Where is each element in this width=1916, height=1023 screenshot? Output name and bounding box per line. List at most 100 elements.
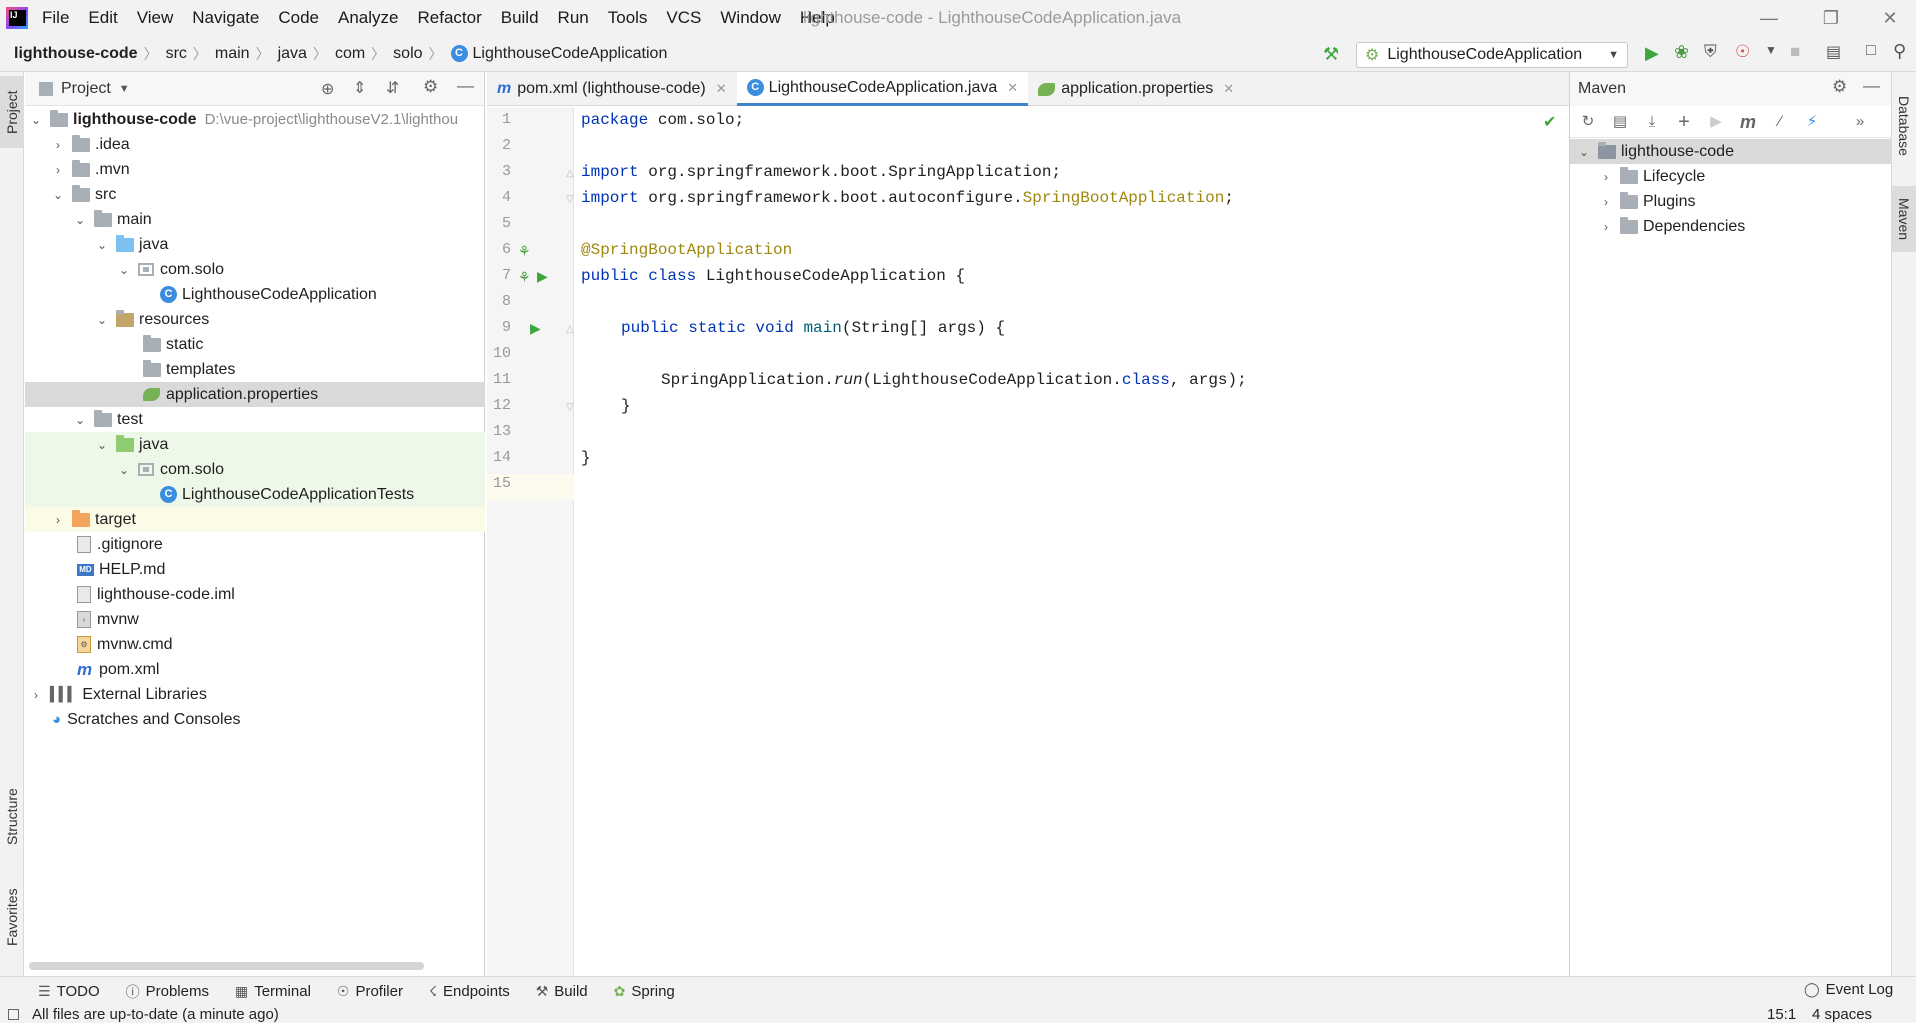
skip-tests-icon[interactable]: ⚡ (1802, 112, 1822, 132)
expand-all-icon[interactable]: ⇕ (353, 78, 366, 98)
chevron-down-icon[interactable]: ⌄ (74, 213, 86, 227)
tree-item-static[interactable]: static (25, 332, 485, 357)
coverage-icon[interactable]: ⛨ (1704, 42, 1717, 62)
run-icon[interactable]: ▶ (1706, 112, 1726, 132)
chevron-down-icon[interactable]: ⌄ (74, 413, 86, 427)
tree-item-scratches[interactable]: ◕ Scratches and Consoles (25, 707, 485, 732)
close-window-icon[interactable]: ✕ (1878, 6, 1902, 30)
menu-code[interactable]: Code (278, 8, 319, 28)
tree-item-tests-class[interactable]: C LighthouseCodeApplicationTests (25, 482, 485, 507)
tree-item-resources[interactable]: ⌄ resources (25, 307, 485, 332)
project-panel-title[interactable]: Project (61, 80, 111, 98)
tree-item-main[interactable]: ⌄ main (25, 207, 485, 232)
tree-item-test[interactable]: ⌄ test (25, 407, 485, 432)
caret-position[interactable]: 15:1 (1767, 1006, 1796, 1023)
close-icon[interactable]: ✕ (716, 81, 727, 97)
more-run-options-icon[interactable]: ▼ (1765, 43, 1777, 57)
tree-item-idea[interactable]: › .idea (25, 132, 485, 157)
tool-endpoints[interactable]: ☇ Endpoints (429, 983, 510, 1000)
generate-sources-icon[interactable]: ▤ (1610, 112, 1630, 132)
tool-spring[interactable]: ✿ Spring (614, 983, 675, 1000)
close-icon[interactable]: ✕ (1007, 80, 1018, 96)
chevron-down-icon[interactable]: ▼ (119, 83, 130, 95)
tab-pom-xml[interactable]: m pom.xml (lighthouse-code) ✕ (487, 72, 737, 106)
tree-item-src[interactable]: ⌄ src (25, 182, 485, 207)
project-structure-icon[interactable]: ▤ (1826, 42, 1841, 62)
tree-item-mvnw[interactable]: › mvnw (25, 607, 485, 632)
maven-item-root[interactable]: ⌄ lighthouse-code (1570, 139, 1892, 164)
tree-item-templates[interactable]: templates (25, 357, 485, 382)
profile-icon[interactable]: ☉ (1735, 42, 1750, 62)
terminal-icon[interactable]: □ (1866, 42, 1876, 60)
close-icon[interactable]: ✕ (1223, 81, 1234, 97)
tab-favorites[interactable]: Favorites (0, 872, 24, 962)
minimize-icon[interactable]: — (1757, 6, 1781, 30)
chevron-right-icon[interactable]: › (1600, 195, 1612, 209)
tool-todo[interactable]: ☰ TODO (38, 983, 100, 1000)
tree-item-test-java[interactable]: ⌄ java (25, 432, 485, 457)
maven-item-dependencies[interactable]: › Dependencies (1570, 214, 1892, 239)
fold-icon[interactable]: △ (566, 324, 574, 335)
tree-item-mvn[interactable]: › .mvn (25, 157, 485, 182)
menu-refactor[interactable]: Refactor (417, 8, 481, 28)
tab-database[interactable]: Database (1892, 78, 1916, 174)
tab-application-properties[interactable]: application.properties ✕ (1028, 72, 1244, 106)
tool-event-log[interactable]: ◯ Event Log (1804, 981, 1893, 998)
chevron-down-icon[interactable]: ⌄ (118, 263, 130, 277)
run-configuration-dropdown[interactable]: ⚙ LighthouseCodeApplication ▼ (1356, 42, 1628, 68)
chevron-right-icon[interactable]: › (52, 163, 64, 177)
indent-setting[interactable]: 4 spaces (1812, 1006, 1872, 1023)
spring-bean-icon[interactable]: ⚘ (518, 269, 531, 286)
gear-icon[interactable]: ⚙ (1832, 77, 1847, 97)
debug-icon[interactable]: ❀ (1674, 42, 1689, 63)
tree-item-external-libraries[interactable]: › ▍▍▍ External Libraries (25, 682, 485, 707)
tree-item-gitignore[interactable]: .gitignore (25, 532, 485, 557)
tree-item-pom[interactable]: m pom.xml (25, 657, 485, 682)
tree-item-application-properties[interactable]: application.properties (25, 382, 485, 407)
run-gutter-icon[interactable]: ▶ (537, 268, 548, 285)
menu-file[interactable]: File (42, 8, 69, 28)
tab-structure[interactable]: Structure (0, 772, 24, 862)
tab-maven[interactable]: Maven (1892, 186, 1916, 252)
reload-icon[interactable]: ↻ (1578, 112, 1598, 132)
menu-window[interactable]: Window (720, 8, 780, 28)
chevron-down-icon[interactable]: ⌄ (96, 438, 108, 452)
fold-icon[interactable]: ▽ (566, 194, 574, 205)
tree-item-root[interactable]: ⌄ lighthouse-code D:\vue-project\lightho… (25, 107, 485, 132)
tree-item-main-java[interactable]: ⌄ java (25, 232, 485, 257)
execute-goal-icon[interactable]: m (1738, 112, 1758, 132)
menu-vcs[interactable]: VCS (666, 8, 701, 28)
download-icon[interactable]: ⤓ (1642, 112, 1662, 132)
run-gutter-icon[interactable]: ▶ (530, 320, 541, 337)
tool-build[interactable]: ⚒ Build (536, 983, 588, 1000)
chevron-right-icon[interactable]: › (1600, 220, 1612, 234)
tree-item-application-class[interactable]: C LighthouseCodeApplication (25, 282, 485, 307)
breadcrumb-class[interactable]: LighthouseCodeApplication (473, 45, 668, 63)
build-hammer-icon[interactable]: ⚒ (1323, 44, 1339, 65)
spring-bean-icon[interactable]: ⚘ (518, 243, 531, 260)
maven-item-plugins[interactable]: › Plugins (1570, 189, 1892, 214)
tree-item-mvnw-cmd[interactable]: ⚙ mvnw.cmd (25, 632, 485, 657)
chevron-right-icon[interactable]: › (30, 688, 42, 702)
stop-icon[interactable]: ■ (1790, 42, 1800, 62)
horizontal-scrollbar[interactable] (29, 962, 424, 970)
chevron-down-icon[interactable]: ⌄ (96, 238, 108, 252)
chevron-down-icon[interactable]: ⌄ (30, 113, 42, 127)
breadcrumb-main[interactable]: main (215, 45, 250, 63)
chevron-right-icon[interactable]: › (52, 513, 64, 527)
collapse-all-icon[interactable]: ⇵ (386, 78, 399, 98)
tool-terminal[interactable]: ▦ Terminal (235, 983, 311, 1000)
search-icon[interactable]: ⚲ (1893, 41, 1906, 62)
hide-panel-icon[interactable]: — (1863, 76, 1880, 96)
menu-edit[interactable]: Edit (88, 8, 117, 28)
fold-icon[interactable]: △ (566, 168, 574, 179)
run-icon[interactable]: ▶ (1645, 43, 1659, 64)
chevron-down-icon[interactable]: ⌄ (118, 463, 130, 477)
menu-view[interactable]: View (137, 8, 174, 28)
tab-application-java[interactable]: C LighthouseCodeApplication.java ✕ (736, 72, 1029, 106)
breadcrumb-src[interactable]: src (166, 45, 187, 63)
locate-file-icon[interactable]: ⊕ (321, 79, 334, 99)
tool-problems[interactable]: ⓘ Problems (126, 982, 209, 1002)
menu-build[interactable]: Build (501, 8, 539, 28)
menu-run[interactable]: Run (558, 8, 589, 28)
